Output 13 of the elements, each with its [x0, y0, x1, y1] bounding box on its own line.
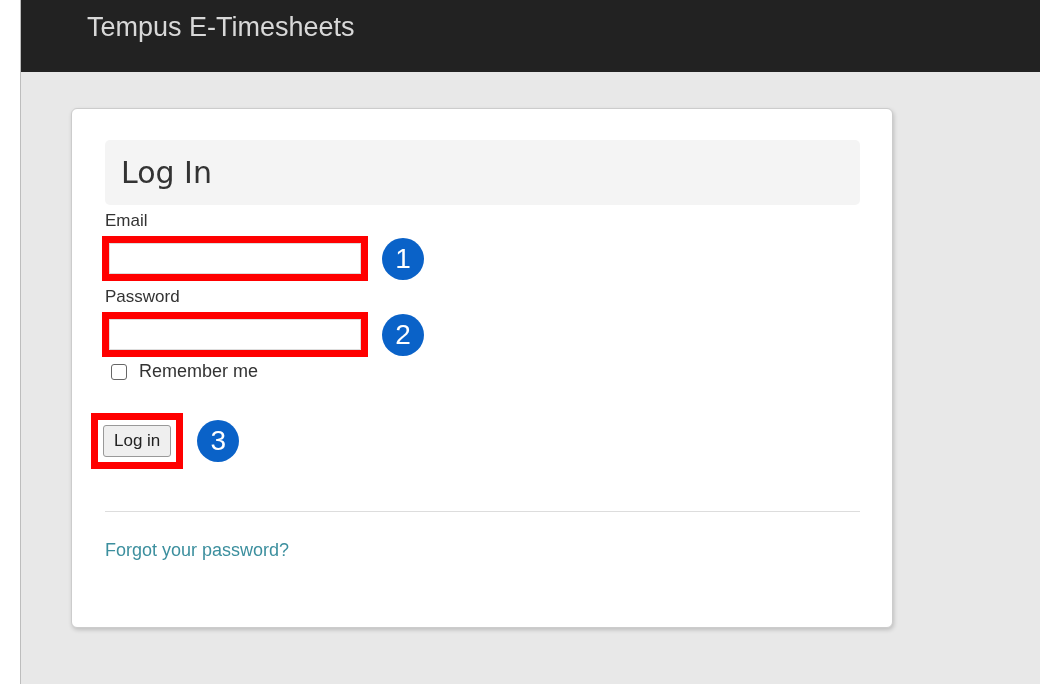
field-label: Email — [105, 211, 148, 231]
login-button[interactable]: Log in — [103, 425, 172, 457]
checkbox-label[interactable]: Remember me — [139, 361, 259, 382]
input-field[interactable] — [109, 319, 361, 350]
checkbox[interactable] — [111, 363, 127, 380]
page-heading: Log In — [121, 155, 212, 190]
field-label: Password — [105, 287, 180, 307]
app-title: Tempus E-Timesheets — [87, 12, 355, 43]
callout-badge: 2 — [382, 313, 424, 356]
forgot-password-link[interactable]: Forgot your password? — [105, 540, 290, 561]
callout-badge: 1 — [382, 237, 424, 280]
callout-badge: 3 — [197, 420, 240, 462]
input-field[interactable] — [109, 243, 361, 274]
